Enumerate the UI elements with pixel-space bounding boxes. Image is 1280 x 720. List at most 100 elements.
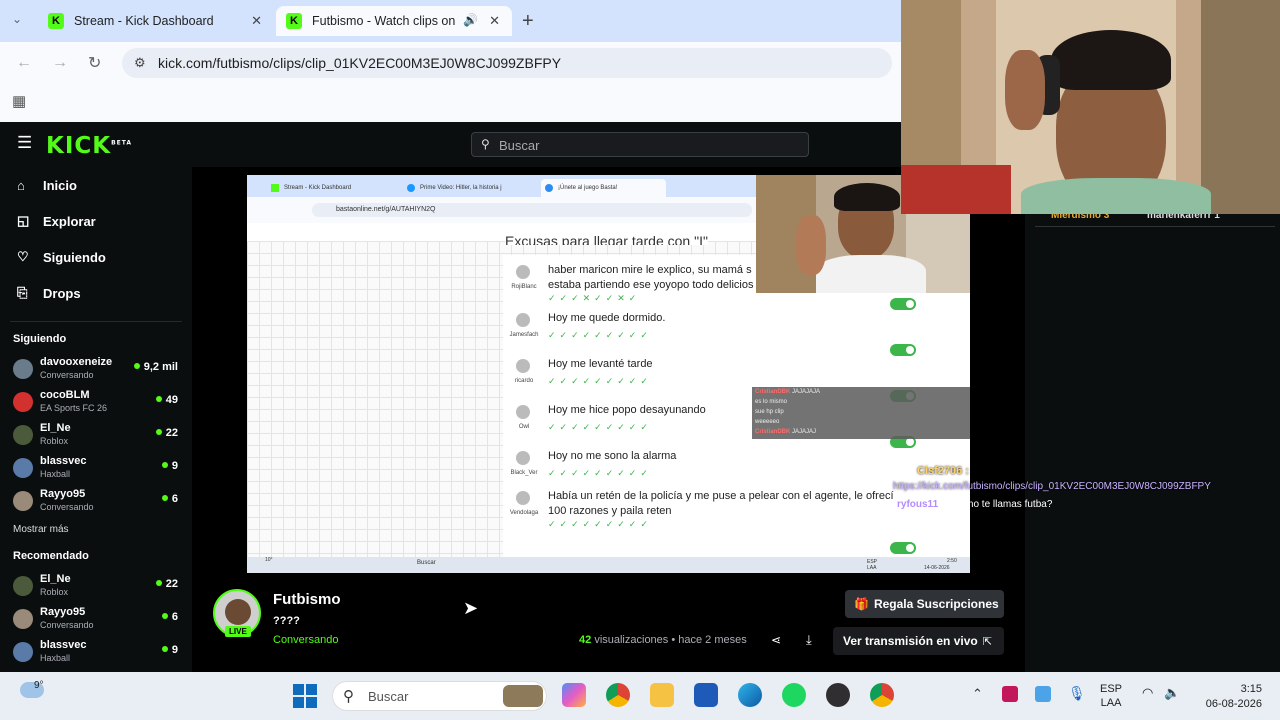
user-avatar-icon xyxy=(516,405,530,419)
clip-category[interactable]: Conversando xyxy=(273,634,338,646)
inner-chat-overlay: CristianDBK JAJAJAJA es lo mismo sue hp … xyxy=(752,387,970,439)
new-tab-plus-icon[interactable]: + xyxy=(522,10,534,33)
basta-favicon-icon xyxy=(545,184,553,192)
answer-row: Black_Ver Hoy no me sono la alarma ✓✓✓✓✓✓✓… xyxy=(503,443,953,487)
search-icon: ⚲ xyxy=(343,688,354,705)
live-badge: LIVE xyxy=(225,626,251,637)
tab-kick-dashboard[interactable]: K Stream - Kick Dashboard ✕ xyxy=(38,6,274,36)
clock-time: 3:15 xyxy=(1240,683,1262,695)
avatar xyxy=(13,358,33,379)
game-heading: Excusas para llegar tarde con "I" xyxy=(505,231,708,245)
sidebar-item-inicio[interactable]: ⌂ Inicio xyxy=(0,167,192,203)
channel-name: davooxeneize xyxy=(40,356,113,368)
sidebar-channel[interactable]: blassvec Haxball 9 xyxy=(0,635,192,668)
language-indicator[interactable]: ESP LAA xyxy=(1100,682,1122,710)
apps-grid-icon[interactable]: ▦ xyxy=(12,92,26,110)
sidebar-channel[interactable]: Rayyo95 Conversando 6 xyxy=(0,484,192,517)
sidebar-item-drops[interactable]: ⎘ Drops xyxy=(0,275,192,311)
edge-icon[interactable] xyxy=(738,683,762,707)
tray-app-icon[interactable] xyxy=(1002,686,1018,702)
spotify-icon[interactable] xyxy=(782,683,806,707)
channel-name: cocoBLM xyxy=(40,389,90,401)
tab-search-icon[interactable]: ⌄ xyxy=(12,12,22,26)
gift-subscriptions-button[interactable]: 🎁 Regala Suscripciones xyxy=(845,590,1004,618)
speaker-icon[interactable]: 🔊 xyxy=(463,13,478,27)
search-icon: ⚲ xyxy=(481,137,490,151)
player-name: Black_Ver xyxy=(510,470,538,476)
chevron-up-icon[interactable]: ⌃ xyxy=(972,686,983,702)
channel-name[interactable]: Futbismo xyxy=(273,591,341,608)
compass-icon: ◱ xyxy=(17,213,30,228)
video-tab: Prime Video: Hitler, la historia j xyxy=(407,179,532,197)
forward-arrow-icon[interactable]: → xyxy=(52,54,68,72)
video-tray: ESP LAA xyxy=(867,559,877,571)
player-name: Vendolaga xyxy=(509,510,539,516)
chrome-icon[interactable] xyxy=(606,683,630,707)
clock[interactable]: 3:15 06-08-2026 xyxy=(1200,682,1262,712)
sidebar-channel[interactable]: cocoBLM EA Sports FC 26 49 xyxy=(0,385,192,418)
tab-close-icon[interactable]: ✕ xyxy=(251,13,262,29)
volume-icon[interactable]: 🔈 xyxy=(1164,685,1180,701)
show-more-link[interactable]: Mostrar más xyxy=(0,524,192,535)
sidebar-channel[interactable]: El_Ne Roblox 22 xyxy=(0,418,192,451)
file-explorer-icon[interactable] xyxy=(650,683,674,707)
chrome-profile-icon[interactable] xyxy=(870,683,894,707)
download-icon[interactable]: ⤓ xyxy=(806,632,812,648)
reload-icon[interactable]: ↻ xyxy=(88,53,101,73)
nav-label: Siguiendo xyxy=(43,249,106,265)
sidebar-channel[interactable]: blassvec Haxball 9 xyxy=(0,451,192,484)
store-icon[interactable] xyxy=(694,683,718,707)
lang-code: ESP xyxy=(1100,683,1123,695)
approve-toggle xyxy=(890,298,916,310)
logo-text: KICK xyxy=(46,133,112,159)
tab-futbismo-clips[interactable]: K Futbismo - Watch clips on K 🔊 ✕ xyxy=(276,6,512,36)
answer-text: Hoy me hice popo desayunando xyxy=(548,404,706,416)
address-bar[interactable]: ⚙ kick.com/futbismo/clips/clip_01KV2EC00… xyxy=(122,48,892,78)
sidebar-channel[interactable]: Rayyo95 Conversando 6 xyxy=(0,602,192,635)
sidebar-channel[interactable]: davooxeneize Conversando 9,2 mil xyxy=(0,352,192,385)
copilot-icon[interactable] xyxy=(562,683,586,707)
inner-chat-text: JAJAJAJA xyxy=(792,389,821,395)
video-tab-title: Prime Video: Hitler, la historia j xyxy=(420,185,502,191)
tray-app-icon[interactable] xyxy=(1035,686,1051,702)
inner-chat-text: JAJAJAJ xyxy=(792,429,817,435)
tab-close-icon[interactable]: ✕ xyxy=(489,13,500,29)
region-code: LAA xyxy=(1100,697,1122,709)
menu-hamburger-icon[interactable]: ☰ xyxy=(17,134,32,151)
channel-name: blassvec xyxy=(40,639,87,651)
user-avatar-icon xyxy=(516,265,530,279)
clip-title: ???? xyxy=(273,615,300,627)
start-button[interactable] xyxy=(293,684,317,708)
share-icon[interactable]: ⋖ xyxy=(771,633,781,647)
url-text: kick.com/futbismo/clips/clip_01KV2EC00M3… xyxy=(158,55,562,71)
kick-sidebar: ⌂ Inicio ◱ Explorar ♡ Siguiendo ⎘ Drops Sigu… xyxy=(0,167,192,672)
back-arrow-icon[interactable]: ← xyxy=(16,54,32,72)
sidebar-item-siguiendo[interactable]: ♡ Siguiendo xyxy=(0,239,192,275)
chat-link[interactable]: https://kick.com/futbismo/clips/clip_01K… xyxy=(893,481,1211,492)
nav-label: Explorar xyxy=(43,213,96,229)
watch-live-button[interactable]: Ver transmisión en vivo ⇱ xyxy=(833,627,1004,655)
answer-row: Jamesfach Hoy me quede dormido. ✓✓✓✓✓✓✓✓✓ xyxy=(503,305,953,349)
wifi-icon[interactable]: ◠ xyxy=(1142,685,1153,701)
clip-video[interactable]: Stream - Kick Dashboard Prime Video: Hit… xyxy=(247,175,970,573)
chat-user-1: Cisf2706 : xyxy=(917,465,969,477)
answer-row: Vendolaga Había un retén de la policía y … xyxy=(503,483,953,529)
player-name: RojiBlanc xyxy=(511,284,537,290)
answer-text-line2: estaba partiendo ese yoyopo todo delicio… xyxy=(548,279,754,291)
sidebar-channel[interactable]: El_Ne Roblox 22 xyxy=(0,569,192,602)
answer-text-line2: 100 razones y paila reten xyxy=(548,505,672,517)
views-count: 42 xyxy=(579,634,592,646)
sidebar-item-explorar[interactable]: ◱ Explorar xyxy=(0,203,192,239)
viewer-count: 22 xyxy=(156,578,178,590)
microphone-icon[interactable]: 🎙 xyxy=(1068,685,1086,702)
user-avatar-icon xyxy=(516,451,530,465)
video-date: 14-06-2026 xyxy=(924,565,950,571)
obs-icon[interactable] xyxy=(826,683,850,707)
kick-logo[interactable]: KICKBETA xyxy=(46,133,132,159)
taskbar-search[interactable]: ⚲ Buscar xyxy=(332,681,547,711)
inner-chat-message: CristianDBK JAJAJAJA xyxy=(755,389,820,395)
search-input[interactable]: ⚲ Buscar xyxy=(471,132,809,157)
channel-name: El_Ne xyxy=(40,573,71,585)
video-temp: 10° xyxy=(265,557,273,563)
site-settings-icon[interactable]: ⚙ xyxy=(134,55,146,71)
